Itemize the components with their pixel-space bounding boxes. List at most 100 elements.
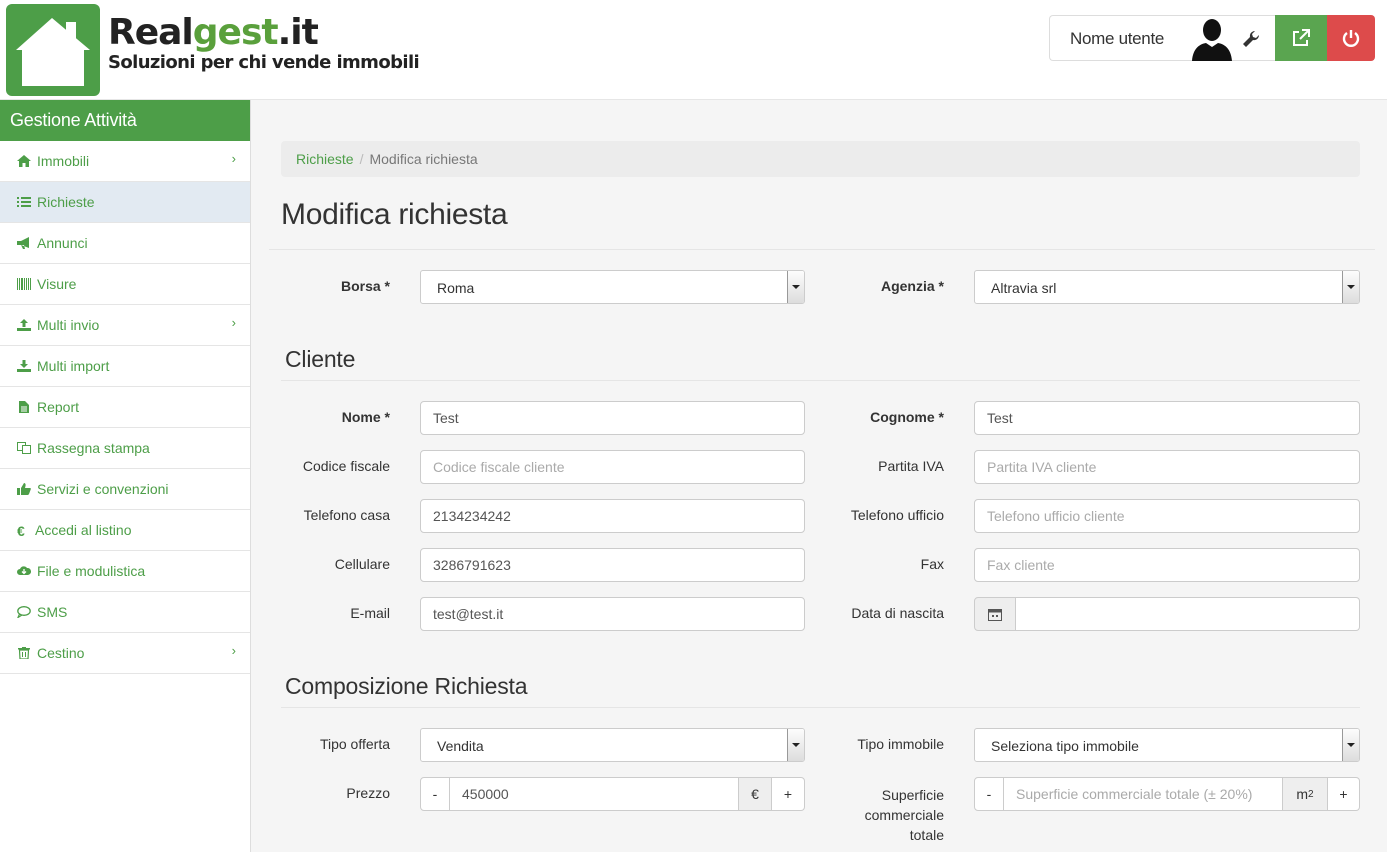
email-input[interactable]: test@test.it bbox=[420, 597, 805, 631]
external-link-button[interactable] bbox=[1275, 15, 1327, 61]
section-title-cliente: Cliente bbox=[285, 346, 356, 372]
agenzia-label: Agenzia * bbox=[880, 278, 944, 294]
breadcrumb-link-richieste[interactable]: Richieste bbox=[296, 151, 354, 167]
sidebar-item-file-modulistica[interactable]: File e modulistica bbox=[0, 551, 250, 592]
thumbs-up-icon bbox=[17, 483, 31, 495]
sidebar-item-sms[interactable]: SMS bbox=[0, 592, 250, 633]
sidebar-item-multi-invio[interactable]: Multi invio › bbox=[0, 305, 250, 346]
unit-m: m bbox=[1296, 786, 1309, 802]
brand-logo[interactable]: Realgest.it Soluzioni per chi vende immo… bbox=[108, 12, 420, 74]
fax-input[interactable]: Fax cliente bbox=[974, 548, 1360, 582]
data-nascita-label: Data di nascita bbox=[851, 605, 944, 621]
partita-iva-input[interactable]: Partita IVA cliente bbox=[974, 450, 1360, 484]
borsa-select[interactable]: Roma bbox=[420, 270, 805, 304]
telefono-casa-input[interactable]: 2134234242 bbox=[420, 499, 805, 533]
calendar-button[interactable] bbox=[974, 597, 1016, 631]
list-icon bbox=[17, 197, 31, 207]
tipo-offerta-label: Tipo offerta bbox=[319, 736, 390, 752]
euro-unit-addon: € bbox=[738, 777, 772, 811]
superficie-label-line3: totale bbox=[909, 827, 944, 843]
page-title: Modifica richiesta bbox=[281, 198, 508, 231]
agenzia-select-value: Altravia srl bbox=[991, 280, 1057, 296]
sidebar-item-visure[interactable]: Visure bbox=[0, 264, 250, 305]
cognome-input[interactable]: Test bbox=[974, 401, 1360, 435]
brand-name-part1: Real bbox=[108, 12, 194, 53]
house-logo-icon[interactable] bbox=[6, 4, 100, 96]
cognome-label: Cognome * bbox=[870, 409, 944, 425]
sidebar-item-label: SMS bbox=[37, 604, 68, 620]
chevron-down-icon bbox=[1342, 729, 1359, 761]
sidebar-item-report[interactable]: Report bbox=[0, 387, 250, 428]
section-divider bbox=[281, 380, 1360, 381]
title-divider bbox=[269, 249, 1375, 250]
sidebar-item-label: Annunci bbox=[37, 235, 88, 251]
breadcrumb-current: Modifica richiesta bbox=[369, 151, 478, 167]
prezzo-label: Prezzo bbox=[346, 785, 390, 801]
sidebar-item-annunci[interactable]: Annunci bbox=[0, 223, 250, 264]
superficie-decrement-button[interactable]: - bbox=[974, 777, 1004, 811]
tipo-immobile-label: Tipo immobile bbox=[857, 736, 944, 752]
codice-fiscale-input[interactable]: Codice fiscale cliente bbox=[420, 450, 805, 484]
unit-sup: 2 bbox=[1308, 788, 1314, 800]
nome-input[interactable]: Test bbox=[420, 401, 805, 435]
sidebar-item-richieste[interactable]: Richieste bbox=[0, 182, 250, 223]
calendar-icon bbox=[988, 608, 1002, 621]
superficie-input[interactable]: Superficie commerciale totale (± 20%) bbox=[1004, 777, 1282, 811]
upload-icon bbox=[17, 319, 31, 331]
prezzo-decrement-button[interactable]: - bbox=[420, 777, 450, 811]
tipo-offerta-select[interactable]: Vendita bbox=[420, 728, 805, 762]
chevron-right-icon: › bbox=[231, 151, 236, 166]
borsa-label: Borsa * bbox=[340, 278, 390, 294]
section-title-composizione: Composizione Richiesta bbox=[285, 673, 528, 699]
sidebar-item-label: Multi import bbox=[37, 358, 110, 374]
cellulare-input[interactable]: 3286791623 bbox=[420, 548, 805, 582]
chevron-down-icon bbox=[787, 729, 804, 761]
sidebar-title: Gestione Attività bbox=[0, 100, 250, 141]
sidebar-item-immobili[interactable]: Immobili › bbox=[0, 141, 250, 182]
telefono-casa-label: Telefono casa bbox=[303, 507, 390, 523]
brand-name-part3: .it bbox=[277, 12, 319, 53]
user-menu[interactable]: Nome utente bbox=[1049, 15, 1276, 61]
email-label: E-mail bbox=[350, 605, 390, 621]
trash-icon bbox=[18, 647, 30, 659]
external-link-icon bbox=[1293, 29, 1310, 46]
sidebar-item-cestino[interactable]: Cestino › bbox=[0, 633, 250, 674]
sidebar-item-label: Richieste bbox=[37, 194, 95, 210]
prezzo-increment-button[interactable]: + bbox=[772, 777, 805, 811]
section-divider bbox=[281, 707, 1360, 708]
power-icon bbox=[1342, 30, 1360, 47]
agenzia-select[interactable]: Altravia srl bbox=[974, 270, 1360, 304]
sidebar-item-label: Rassegna stampa bbox=[37, 440, 150, 456]
main-content: Richieste / Modifica richiesta Modifica ri… bbox=[251, 100, 1387, 852]
brand-name-part2: gest bbox=[192, 12, 279, 53]
prezzo-input[interactable]: 450000 bbox=[450, 777, 738, 811]
tipo-immobile-select[interactable]: Seleziona tipo immobile bbox=[974, 728, 1360, 762]
sidebar-item-multi-import[interactable]: Multi import bbox=[0, 346, 250, 387]
logout-button[interactable] bbox=[1327, 15, 1375, 61]
data-nascita-group bbox=[974, 597, 1360, 631]
borsa-select-value: Roma bbox=[437, 280, 475, 296]
tipo-immobile-select-value: Seleziona tipo immobile bbox=[991, 738, 1139, 754]
cellulare-label: Cellulare bbox=[334, 556, 390, 572]
prezzo-group: - 450000 € + bbox=[420, 777, 805, 811]
sidebar-item-accedi-listino[interactable]: € Accedi al listino bbox=[0, 510, 250, 551]
chevron-down-icon bbox=[1342, 271, 1359, 303]
copy-icon bbox=[17, 442, 31, 454]
square-meter-unit-addon: m2 bbox=[1282, 777, 1328, 811]
telefono-ufficio-label: Telefono ufficio bbox=[850, 507, 944, 523]
euro-icon: € bbox=[17, 523, 25, 539]
sidebar-item-servizi-convenzioni[interactable]: Servizi e convenzioni bbox=[0, 469, 250, 510]
data-nascita-input[interactable] bbox=[1016, 597, 1360, 631]
file-icon bbox=[19, 401, 29, 413]
sidebar-item-label: Immobili bbox=[37, 153, 90, 169]
sidebar-item-rassegna-stampa[interactable]: Rassegna stampa bbox=[0, 428, 250, 469]
nome-label: Nome * bbox=[341, 409, 390, 425]
cloud-download-icon bbox=[17, 566, 31, 575]
comment-icon bbox=[17, 606, 31, 618]
telefono-ufficio-input[interactable]: Telefono ufficio cliente bbox=[974, 499, 1360, 533]
user-avatar-icon bbox=[1192, 19, 1232, 61]
partita-iva-label: Partita IVA bbox=[878, 458, 944, 474]
superficie-group: - Superficie commerciale totale (± 20%) … bbox=[974, 777, 1360, 811]
superficie-increment-button[interactable]: + bbox=[1328, 777, 1360, 811]
wrench-icon[interactable] bbox=[1240, 28, 1262, 50]
